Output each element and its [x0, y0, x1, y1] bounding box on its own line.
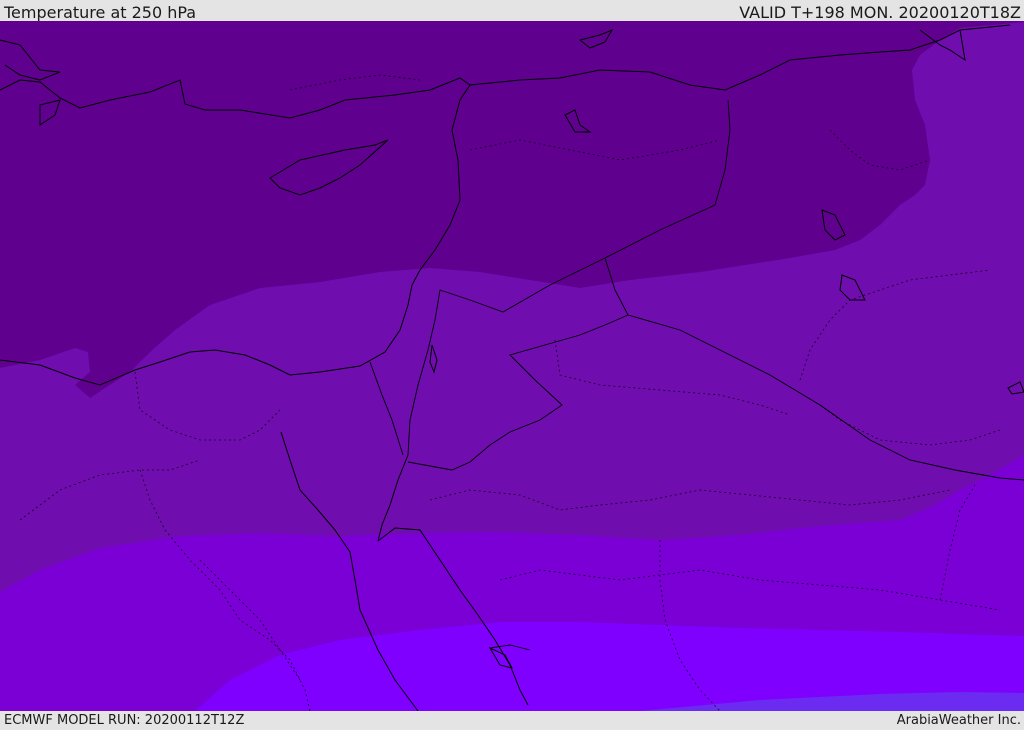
- credit: ArabiaWeather Inc.: [896, 713, 1021, 728]
- temperature-map[interactable]: [0, 21, 1024, 711]
- map-header: Temperature at 250 hPa VALID T+198 MON. …: [0, 0, 1024, 22]
- map-footer: ECMWF MODEL RUN: 20200112T12Z ArabiaWeat…: [0, 711, 1024, 729]
- model-run: ECMWF MODEL RUN: 20200112T12Z: [4, 713, 245, 728]
